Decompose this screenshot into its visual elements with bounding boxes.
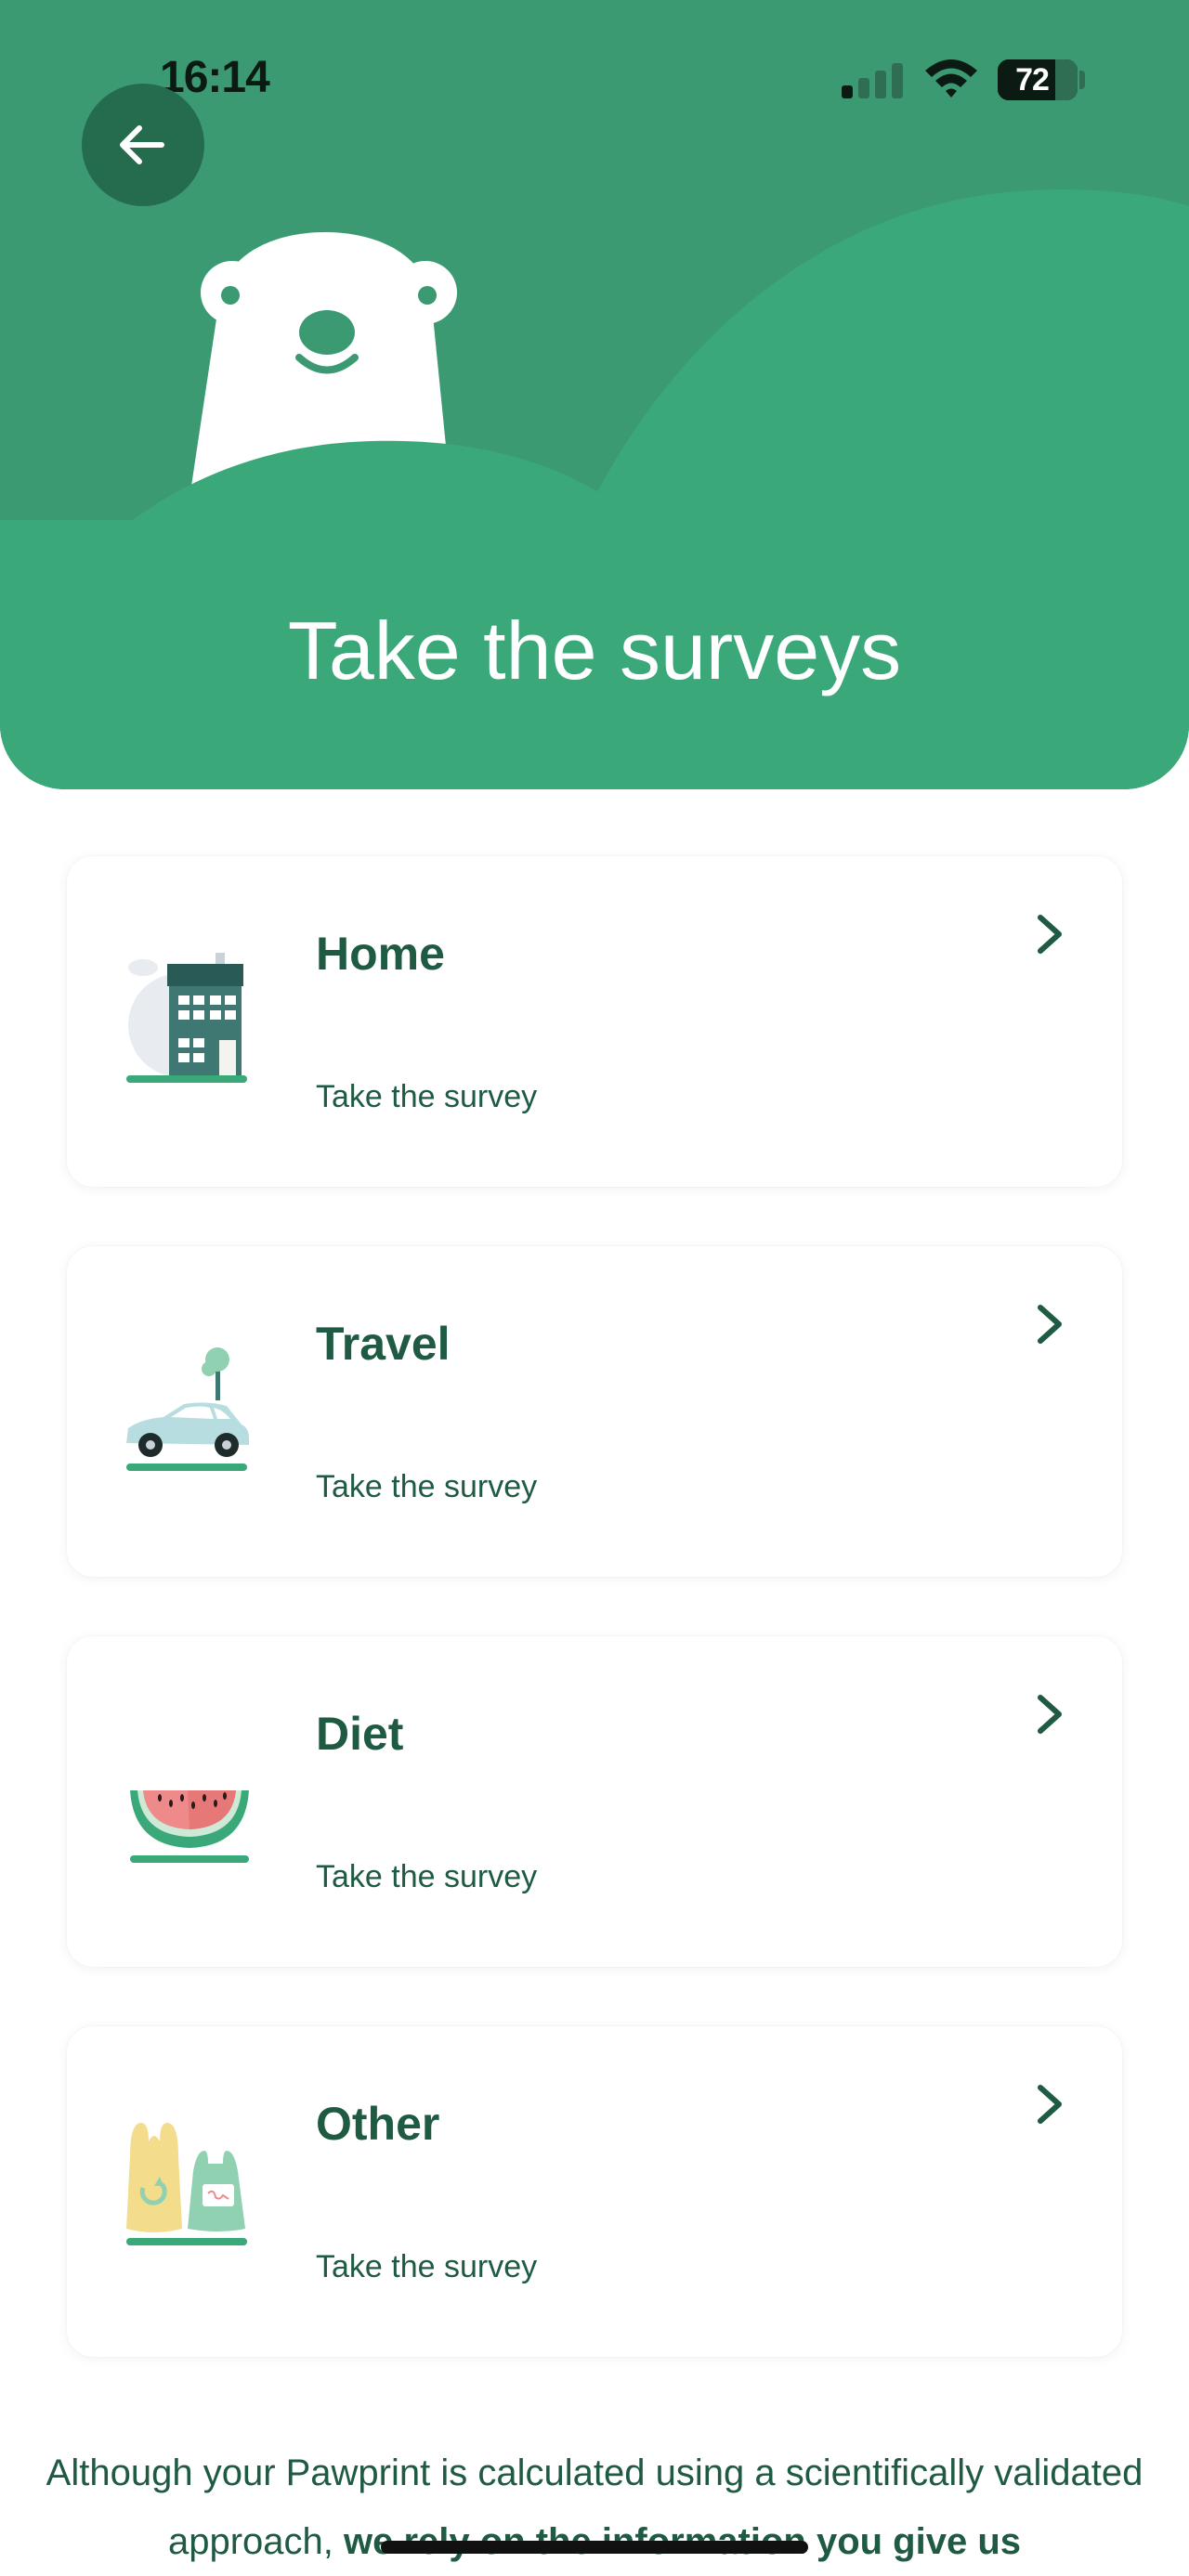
chevron-right-icon — [1038, 2085, 1062, 2124]
survey-subtitle: Take the survey — [316, 1469, 538, 1504]
chevron-right-icon — [1038, 1305, 1062, 1344]
watermelon-illustration-icon — [130, 1790, 249, 1863]
survey-card-travel[interactable]: Travel Take the survey — [67, 1246, 1122, 1577]
survey-subtitle: Take the survey — [316, 2249, 538, 2284]
chevron-right-icon — [1038, 1695, 1062, 1734]
arrow-left-icon — [120, 125, 164, 164]
chevron-right-icon — [1038, 915, 1062, 954]
back-button[interactable] — [82, 84, 204, 206]
hero-header: 16:14 72 Take the surveys — [0, 0, 1189, 789]
survey-title: Other — [316, 2098, 440, 2150]
battery-level: 72 — [1015, 62, 1050, 98]
survey-title: Diet — [316, 1708, 404, 1760]
wifi-icon — [925, 59, 977, 98]
battery-icon: 72 — [998, 59, 1078, 100]
house-illustration-icon — [126, 953, 247, 1083]
cellular-signal-icon — [842, 61, 903, 98]
survey-card-diet[interactable]: Diet Take the survey — [67, 1636, 1122, 1967]
survey-title: Travel — [316, 1318, 451, 1370]
survey-list: Home Take the survey Travel Take the sur… — [67, 856, 1122, 2416]
survey-subtitle: Take the survey — [316, 1859, 538, 1894]
disclaimer-text: Although your Pawprint is calculated usi… — [37, 2439, 1152, 2576]
page-title: Take the surveys — [287, 605, 902, 696]
car-illustration-icon — [126, 1347, 249, 1471]
survey-title: Home — [316, 928, 445, 980]
survey-subtitle: Take the survey — [316, 1079, 538, 1114]
home-indicator[interactable] — [381, 2541, 808, 2554]
survey-card-other[interactable]: Other Take the survey — [67, 2026, 1122, 2357]
shopping-bags-illustration-icon — [126, 2123, 247, 2245]
battery-cap — [1079, 71, 1085, 89]
survey-card-home[interactable]: Home Take the survey — [67, 856, 1122, 1187]
